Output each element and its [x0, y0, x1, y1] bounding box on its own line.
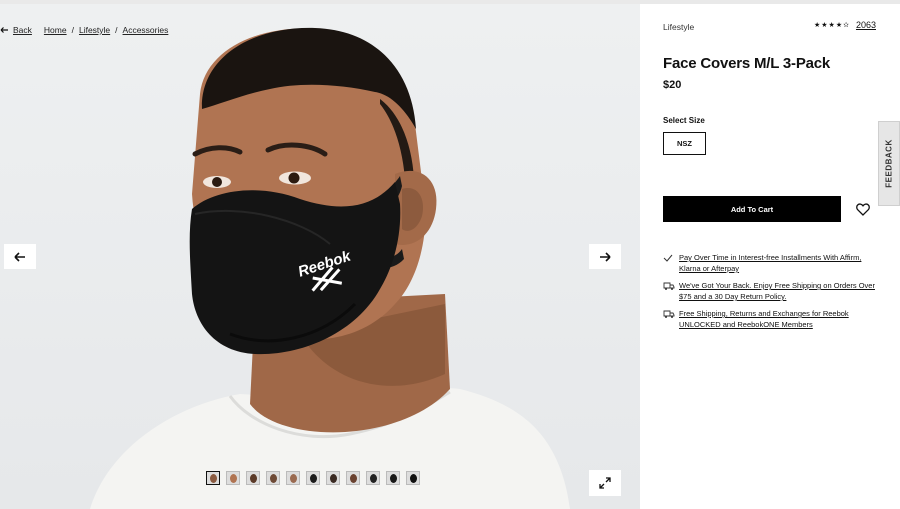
product-category: Lifestyle — [663, 22, 695, 32]
benefit-item: Free Shipping, Returns and Exchanges for… — [663, 308, 878, 330]
breadcrumb-home[interactable]: Home — [44, 25, 67, 35]
thumbnail[interactable] — [266, 471, 280, 485]
back-arrow-icon — [0, 27, 8, 33]
product-photo: Reebok — [90, 27, 570, 509]
previous-image-button[interactable] — [4, 244, 36, 269]
thumbnail[interactable] — [286, 471, 300, 485]
thumbnail[interactable] — [386, 471, 400, 485]
thumbnail[interactable] — [226, 471, 240, 485]
product-gallery: Reebok Back Home / Lifestyle / Accessori… — [0, 4, 640, 509]
thumbnail[interactable] — [326, 471, 340, 485]
thumbnail[interactable] — [246, 471, 260, 485]
wishlist-button[interactable] — [849, 196, 877, 222]
thumbnail[interactable] — [346, 471, 360, 485]
truck-icon — [663, 308, 675, 330]
product-rating: ★★★★✫ 2063 — [814, 20, 876, 30]
benefit-shipping-link[interactable]: We've Got Your Back. Enjoy Free Shipping… — [679, 280, 878, 302]
product-title: Face Covers M/L 3-Pack — [663, 55, 831, 72]
breadcrumb: Back Home / Lifestyle / Accessories — [0, 25, 168, 35]
product-price: $20 — [663, 79, 682, 91]
breadcrumb-accessories[interactable]: Accessories — [123, 25, 169, 35]
arrow-left-icon — [14, 251, 25, 262]
breadcrumb-separator: / — [71, 25, 74, 35]
select-size-label: Select Size — [663, 116, 705, 125]
breadcrumb-separator: / — [115, 25, 118, 35]
rating-stars-icon: ★★★★✫ — [814, 22, 850, 29]
thumbnail[interactable] — [366, 471, 380, 485]
back-label[interactable]: Back — [13, 25, 32, 35]
thumbnail[interactable] — [406, 471, 420, 485]
check-icon — [663, 252, 675, 274]
back-link[interactable]: Back — [0, 25, 32, 35]
benefit-members-link[interactable]: Free Shipping, Returns and Exchanges for… — [679, 308, 878, 330]
review-count-link[interactable]: 2063 — [856, 20, 876, 30]
expand-icon — [599, 477, 611, 489]
benefit-item: Pay Over Time in Interest-free Installme… — [663, 252, 878, 274]
fullscreen-button[interactable] — [589, 470, 621, 496]
thumbnail-strip — [206, 471, 420, 485]
arrow-right-icon — [600, 251, 611, 262]
feedback-tab[interactable]: FEEDBACK — [878, 121, 900, 206]
add-to-cart-button[interactable]: Add To Cart — [663, 196, 841, 222]
benefits-list: Pay Over Time in Interest-free Installme… — [663, 252, 878, 336]
product-page: Reebok Back Home / Lifestyle / Accessori… — [0, 0, 900, 509]
size-option-button[interactable]: NSZ — [663, 132, 706, 155]
thumbnail[interactable] — [206, 471, 220, 485]
feedback-label: FEEDBACK — [884, 139, 894, 188]
breadcrumb-lifestyle[interactable]: Lifestyle — [79, 25, 110, 35]
benefit-item: We've Got Your Back. Enjoy Free Shipping… — [663, 280, 878, 302]
heart-icon — [856, 202, 870, 216]
benefit-installments-link[interactable]: Pay Over Time in Interest-free Installme… — [679, 252, 878, 274]
product-info-panel: Lifestyle ★★★★✫ 2063 Face Covers M/L 3-P… — [640, 4, 900, 509]
next-image-button[interactable] — [589, 244, 621, 269]
truck-icon — [663, 280, 675, 302]
thumbnail[interactable] — [306, 471, 320, 485]
